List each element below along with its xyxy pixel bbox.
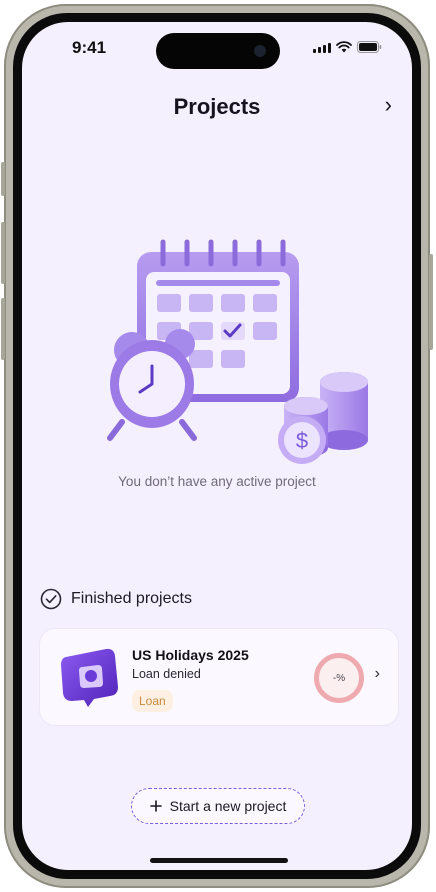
start-new-project-button[interactable]: Start a new project [131,788,305,824]
volume-down-button [1,298,5,360]
project-status: Loan denied [132,667,201,681]
power-button [429,254,433,350]
project-title: US Holidays 2025 [132,647,249,663]
signal-icon [313,43,331,53]
project-card[interactable]: US Holidays 2025 Loan denied Loan -% › [39,628,399,726]
finished-projects-header: Finished projects [40,588,192,610]
screen: 9:41 Projects › $ You don’t have any act… [22,22,412,870]
svg-text:$: $ [296,428,308,453]
dynamic-island [156,33,280,69]
chevron-right-icon[interactable]: › [375,665,380,683]
action-button [1,162,5,196]
check-circle-icon [40,588,62,610]
section-title: Finished projects [71,590,192,607]
wifi-icon [336,41,352,53]
progress-ring: -% [314,653,364,703]
calendar-illustration: $ [107,239,368,464]
status-time: 9:41 [72,38,107,57]
empty-state-message: You don’t have any active project [118,474,316,489]
status-icons [313,41,382,53]
home-indicator [150,858,288,863]
battery-icon [357,41,382,53]
project-tag: Loan [132,690,173,712]
camera-icon [254,45,266,57]
project-thumbnail [61,648,118,707]
progress-label: -% [332,672,346,684]
start-new-project-label: Start a new project [169,798,287,814]
page-title: Projects [173,94,261,119]
volume-up-button [1,222,5,284]
plus-icon [149,800,162,812]
chevron-right-icon[interactable]: › [385,92,392,118]
